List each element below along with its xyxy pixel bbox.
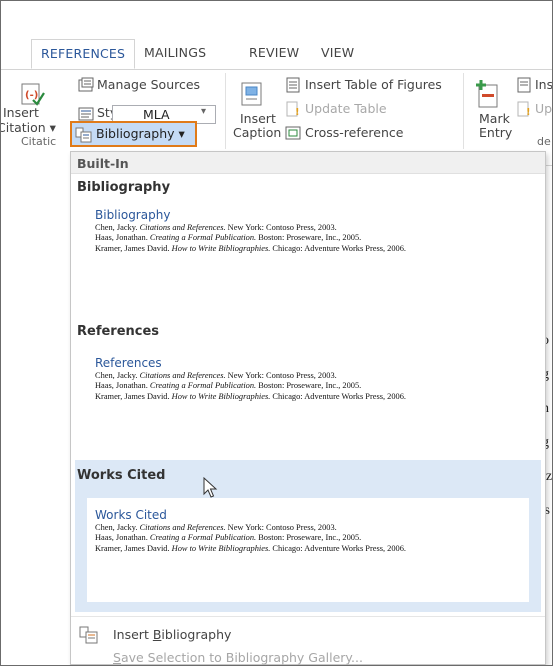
preview-entry: Chen, Jacky. Citations and References. N… (95, 371, 337, 380)
tab-view[interactable]: VIEW (321, 45, 354, 60)
svg-text:!: ! (295, 107, 300, 117)
book-title: How to Write Bibliographies. (171, 243, 271, 253)
bibliography-dropdown: Built-In Bibliography Bibliography Chen,… (70, 151, 546, 665)
bibliography-button[interactable]: Bibliography ▾ (70, 121, 197, 147)
insert-index-button[interactable]: Ins (535, 77, 552, 92)
group-label-index: de (537, 135, 551, 148)
update-table-icon: ! (286, 101, 300, 117)
preview-title: Bibliography (95, 208, 171, 222)
word-window: REFERENCES MAILINGS REVIEW VIEW (-) Inse… (0, 0, 553, 666)
bibliography-icon (75, 127, 92, 143)
label-part: ibliography (161, 627, 232, 642)
group-separator (463, 73, 464, 149)
insert-index-icon (517, 77, 531, 93)
label-part: ave Selection to Bibliography Gallery... (120, 650, 363, 665)
mouse-cursor-icon (203, 477, 218, 498)
gallery-item-references[interactable]: References References Chen, Jacky. Citat… (75, 318, 541, 448)
book-title: Creating a Formal Publication. (149, 533, 257, 543)
style-select-value: MLA (143, 107, 170, 122)
preview-entry: Kramer, James David. How to Write Biblio… (95, 243, 407, 253)
gallery-item-bibliography[interactable]: Bibliography Bibliography Chen, Jacky. C… (75, 176, 541, 306)
book-title: How to Write Bibliographies. (171, 543, 271, 553)
insert-bibliography-icon (79, 626, 98, 644)
preview-entry: Kramer, James David. How to Write Biblio… (95, 391, 407, 401)
style-icon (78, 107, 94, 121)
insert-caption-label-2: Caption (233, 125, 282, 140)
divider (71, 616, 545, 617)
cross-reference-button[interactable]: Cross-reference (305, 125, 403, 140)
update-table-button[interactable]: Update Table (305, 101, 387, 116)
gallery-preview: References Chen, Jacky. Citations and Re… (87, 350, 529, 442)
table-of-figures-icon (286, 77, 300, 93)
insert-citation-label-1: Insert (3, 105, 39, 120)
insert-citation-label-2: Citation ▾ (0, 120, 56, 135)
cross-reference-icon (285, 126, 301, 140)
book-title: Citations and References. (139, 223, 226, 232)
book-title: Creating a Formal Publication. (149, 233, 257, 243)
update-index-button[interactable]: Up (535, 101, 552, 116)
book-title: Citations and References. (139, 523, 226, 532)
insert-caption-icon (241, 82, 262, 106)
insert-bibliography-label: Insert Bibliography (113, 627, 231, 642)
insert-bibliography-menu-item[interactable]: Insert Bibliography (79, 626, 539, 646)
gallery-preview: Bibliography Chen, Jacky. Citations and … (87, 202, 529, 298)
gallery-title: Works Cited (77, 468, 166, 483)
chevron-down-icon: ▾ (201, 106, 207, 117)
mark-entry-label-1: Mark (479, 111, 510, 126)
tab-mailings[interactable]: MAILINGS (144, 45, 206, 60)
save-selection-menu-item[interactable]: Save Selection to Bibliography Gallery..… (79, 650, 539, 665)
preview-entry: Chen, Jacky. Citations and References. N… (95, 523, 337, 532)
insert-caption-label-1: Insert (240, 111, 276, 126)
preview-entry: Haas, Jonathan. Creating a Formal Public… (95, 533, 362, 543)
insert-table-of-figures-button[interactable]: Insert Table of Figures (305, 77, 442, 92)
bibliography-button-label: Bibliography ▾ (96, 126, 185, 141)
svg-text:!: ! (526, 107, 531, 117)
builtin-section-header: Built-In (71, 152, 545, 174)
mark-entry-label-2: Entry (479, 125, 513, 140)
gallery-title: Bibliography (77, 180, 171, 195)
preview-entry: Kramer, James David. How to Write Biblio… (95, 543, 407, 553)
gallery-item-works-cited[interactable]: Works Cited Works Cited Chen, Jacky. Cit… (75, 460, 541, 612)
group-separator (225, 73, 226, 149)
book-title: How to Write Bibliographies. (171, 391, 271, 401)
update-index-icon: ! (517, 101, 531, 117)
group-label-citations: Citatic (21, 135, 57, 148)
preview-title: Works Cited (95, 508, 167, 522)
book-title: Citations and References. (139, 371, 226, 380)
gallery-preview: Works Cited Chen, Jacky. Citations and R… (87, 498, 529, 602)
tab-references[interactable]: REFERENCES (31, 39, 136, 69)
manage-sources-icon (78, 77, 94, 92)
preview-entry: Haas, Jonathan. Creating a Formal Public… (95, 233, 362, 243)
ribbon-tabs: REFERENCES MAILINGS REVIEW VIEW (1, 39, 552, 70)
svg-text:(-): (-) (25, 90, 38, 101)
tab-review[interactable]: REVIEW (249, 45, 299, 60)
book-title: Creating a Formal Publication. (149, 381, 257, 391)
insert-citation-icon: (-) (21, 83, 45, 106)
ruler-line (546, 165, 552, 166)
preview-entry: Haas, Jonathan. Creating a Formal Public… (95, 381, 362, 391)
mark-entry-icon (476, 80, 498, 108)
label-part: Insert (113, 627, 153, 642)
title-area (1, 1, 552, 39)
preview-entry: Chen, Jacky. Citations and References. N… (95, 223, 337, 232)
gallery-title: References (77, 324, 160, 339)
save-selection-label: Save Selection to Bibliography Gallery..… (113, 650, 363, 665)
manage-sources-button[interactable]: Manage Sources (97, 77, 200, 92)
preview-title: References (95, 356, 162, 370)
access-key: S (113, 650, 121, 665)
